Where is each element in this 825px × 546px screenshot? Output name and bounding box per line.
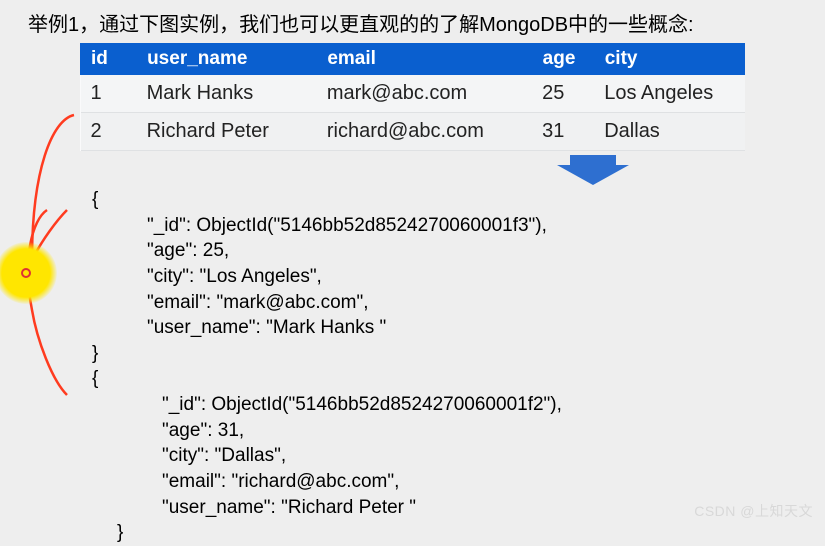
th-city: city: [594, 44, 744, 75]
doc-line: "age": 31,: [162, 418, 747, 444]
brace-close: }: [117, 520, 747, 546]
caption-text: 举例1，通过下图实例，我们也可以更直观的的了解MongoDB中的一些概念:: [0, 0, 825, 43]
doc-line: "age": 25,: [147, 238, 747, 264]
cell-user-name: Mark Hanks: [137, 75, 317, 113]
th-age: age: [532, 44, 594, 75]
cell-age: 25: [532, 75, 594, 113]
th-email: email: [317, 44, 532, 75]
cell-email: richard@abc.com: [317, 113, 532, 151]
doc-line: "city": "Dallas",: [162, 443, 747, 469]
doc-line: "user_name": "Mark Hanks ": [147, 315, 747, 341]
cell-id: 2: [81, 113, 137, 151]
th-user-name: user_name: [137, 44, 317, 75]
relational-table: id user_name email age city 1 Mark Hanks…: [80, 43, 745, 151]
watermark-text: CSDN @上知天文: [694, 501, 813, 521]
doc-line: "user_name": "Richard Peter ": [162, 495, 747, 521]
cursor-highlight-icon: [0, 242, 57, 304]
cell-email: mark@abc.com: [317, 75, 532, 113]
doc-line: "city": "Los Angeles",: [147, 264, 747, 290]
data-table: id user_name email age city 1 Mark Hanks…: [80, 43, 745, 151]
doc-line: "email": "richard@abc.com",: [162, 469, 747, 495]
th-id: id: [81, 44, 137, 75]
cursor-target-icon: [21, 268, 31, 278]
brace-open: {: [92, 187, 747, 213]
arrow-down-icon: [360, 155, 825, 185]
table-row: 1 Mark Hanks mark@abc.com 25 Los Angeles: [81, 75, 745, 113]
cell-city: Dallas: [594, 113, 744, 151]
doc-line: "_id": ObjectId("5146bb52d8524270060001f…: [147, 213, 747, 239]
brace-open: {: [92, 366, 747, 392]
cell-age: 31: [532, 113, 594, 151]
cell-city: Los Angeles: [594, 75, 744, 113]
cell-user-name: Richard Peter: [137, 113, 317, 151]
brace-close: }: [92, 341, 747, 367]
doc-line: "_id": ObjectId("5146bb52d8524270060001f…: [162, 392, 747, 418]
doc-line: "email": "mark@abc.com",: [147, 290, 747, 316]
document-code-block: { "_id": ObjectId("5146bb52d852427006000…: [82, 187, 747, 546]
cell-id: 1: [81, 75, 137, 113]
table-row: 2 Richard Peter richard@abc.com 31 Dalla…: [81, 113, 745, 151]
